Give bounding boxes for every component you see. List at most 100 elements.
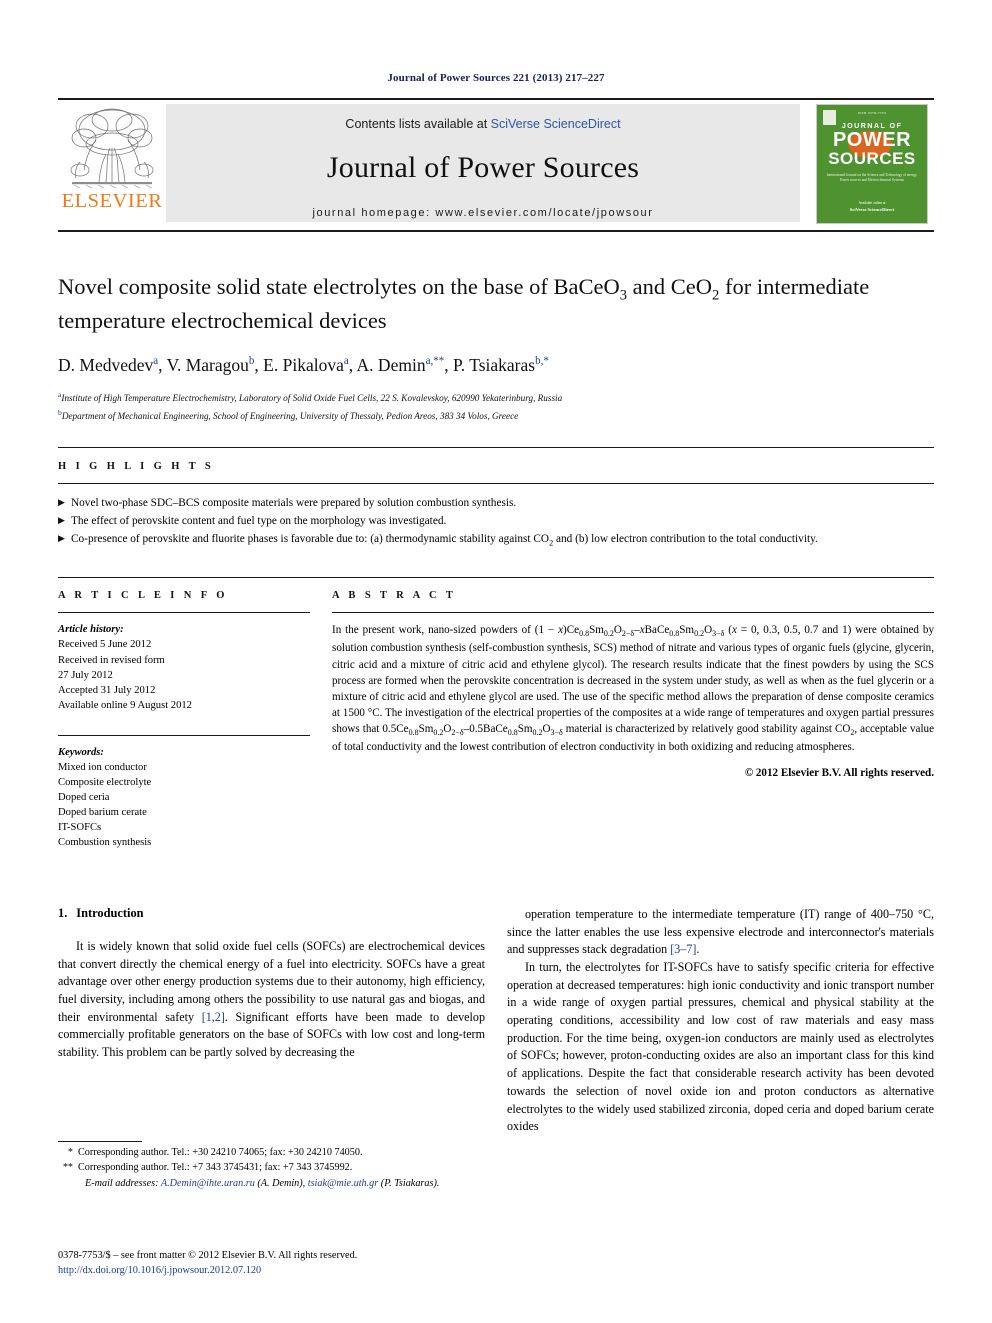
footnote-1-mark: * (67, 1147, 73, 1158)
text-run: = 0, 0.3, 0.5, 0.7 and 1) were obtained … (332, 624, 934, 736)
author-name: V. Maragou (166, 355, 249, 376)
journal-title: Journal of Power Sources (326, 151, 640, 184)
highlight-text: The effect of perovskite content and fue… (71, 515, 447, 528)
text-run: 2−δ (621, 629, 635, 639)
keyword-item: IT-SOFCs (58, 821, 102, 833)
author-name: E. Pikalova (263, 355, 344, 376)
body-columns: 1. Introduction It is widely known that s… (58, 906, 934, 1136)
article-history-item: 27 July 2012 (58, 669, 113, 681)
email-link-demin[interactable]: A.Demin@ihte.uran.ru (161, 1178, 255, 1189)
doi-link[interactable]: http://dx.doi.org/10.1016/j.jpowsour.201… (58, 1263, 498, 1278)
author-affiliation-marker: b,* (535, 355, 549, 368)
keywords-label: Keywords: (58, 746, 104, 758)
text-run: 0.8 (408, 728, 419, 738)
text-run: 3−δ (550, 728, 563, 738)
highlight-text: Co-presence of perovskite and fluorite p… (71, 533, 818, 548)
text-run: Sm (517, 723, 533, 736)
article-history-item: Received in revised form (58, 654, 165, 666)
text-run: 0.2 (532, 728, 543, 738)
journal-homepage-link[interactable]: journal homepage: www.elsevier.com/locat… (312, 207, 653, 219)
abstract-heading: A B S T R A C T (332, 590, 457, 602)
highlight-text: Novel two-phase SDC–BCS composite materi… (71, 497, 517, 510)
text-run: Sm (679, 624, 695, 637)
imprint-block: 0378-7753/$ – see front matter © 2012 El… (58, 1248, 498, 1279)
text-run: operation temperature to the intermediat… (507, 906, 934, 957)
affiliation-item: aInstitute of High Temperature Electroch… (58, 390, 563, 404)
title-divider (58, 230, 934, 232)
text-run: ( (724, 624, 732, 637)
citation-reference[interactable]: [1,2] (202, 1010, 225, 1024)
text-run: material is characterized by relatively … (562, 723, 851, 736)
keyword-item: Doped ceria (58, 791, 110, 803)
text-run: O (613, 624, 622, 637)
text-run: )Ce (563, 624, 580, 637)
text-run: –0.5BaCe (463, 723, 508, 736)
citation-reference[interactable]: [3–7] (670, 942, 696, 956)
email-owner-tsiakaras: (P. Tsiakaras). (380, 1177, 440, 1189)
cover-subtitle: International Journal on the Science and… (826, 173, 918, 183)
highlights-divider (58, 483, 934, 485)
text-run: O (704, 624, 713, 637)
highlight-item: ▶ The effect of perovskite content and fu… (58, 513, 934, 530)
body-column-left: 1. Introduction It is widely known that s… (58, 906, 485, 1136)
text-run: 0.8 (579, 629, 590, 639)
text-run: In turn, the electrolytes for IT-SOFCs h… (507, 959, 934, 1134)
journal-cover-thumbnail[interactable]: ISSN 0378-7753 JOURNAL OF POWER SOURCES … (810, 104, 934, 224)
sciencedirect-link[interactable]: SciVerse ScienceDirect (491, 117, 621, 131)
email-link-tsiakaras[interactable]: tsiak@mie.uth.gr (308, 1178, 379, 1189)
cover-issn: ISSN 0378-7753 (857, 111, 887, 115)
cover-footer-brand: SciVerse ScienceDirect (849, 207, 895, 213)
elsevier-wordmark: ELSEVIER (61, 190, 163, 212)
keywords-divider (58, 734, 310, 736)
keyword-item: Doped barium cerate (58, 806, 147, 818)
highlight-item: ▶ Co-presence of perovskite and fluorite … (58, 531, 934, 549)
article-info-heading: A R T I C L E I N F O (58, 590, 228, 602)
author-name: P. Tsiakaras (453, 355, 536, 376)
author-affiliation-marker: b (248, 355, 255, 368)
keyword-item: Mixed ion conductor (58, 761, 147, 773)
article-first-page: Journal of Power Sources 221 (2013) 217–… (0, 0, 992, 1323)
cover-footer-label: Available online at (858, 200, 886, 205)
footnote-emails: E-mail addresses: A.Demin@ihte.uran.ru (… (85, 1177, 440, 1189)
abstract-text: In the present work, nano-sized powders … (332, 622, 934, 755)
text-run: 3−δ (712, 629, 725, 639)
text-run: 0.2 (603, 629, 614, 639)
email-owner-demin: (A. Demin) (257, 1177, 303, 1189)
cover-sources-word: SOURCES (828, 149, 916, 168)
abstract-column: A B S T R A C T In the present work, nan… (332, 590, 934, 849)
highlights-heading: H I G H L I G H T S (58, 461, 215, 473)
elsevier-tree-icon (66, 104, 158, 192)
intro-paragraph-left: It is widely known that solid oxide fuel… (58, 938, 485, 1062)
text-run: O (542, 723, 551, 736)
keyword-item: Combustion synthesis (58, 836, 152, 848)
article-history-item: Received 5 June 2012 (58, 639, 152, 651)
author-affiliation-marker: a (343, 355, 349, 368)
author-affiliation-marker: a,** (425, 355, 445, 368)
section-heading-introduction: 1. Introduction (58, 906, 485, 921)
footnote-1-text: Corresponding author. Tel.: +30 24210 74… (78, 1147, 363, 1158)
highlight-item: ▶ Novel two-phase SDC–BCS composite mater… (58, 495, 934, 512)
intro-paragraph-right-1: operation temperature to the intermediat… (507, 906, 934, 959)
section-number: 1. (58, 905, 68, 920)
elsevier-logo: ELSEVIER (58, 100, 166, 226)
contents-list-line: Contents lists available at SciVerse Sci… (345, 117, 620, 131)
affiliation-marker: a (58, 390, 62, 400)
keywords-block: Keywords: Mixed ion conductor Composite e… (58, 734, 310, 850)
title-segment-2: and CeO (627, 274, 713, 299)
abstract-divider (332, 612, 934, 614)
intro-paragraph-right-2: In turn, the electrolytes for IT-SOFCs h… (507, 959, 934, 1136)
text-run: 0.2 (694, 629, 705, 639)
masthead-center: Contents lists available at SciVerse Sci… (166, 104, 800, 222)
author-list: D. Medvedeva, V. Maragoub, E. Pikalovaa,… (58, 355, 549, 376)
article-history-block: Article history: Received 5 June 2012 Rec… (58, 622, 310, 712)
footnote-2-mark: ** (62, 1161, 73, 1173)
article-history-item: Accepted 31 July 2012 (58, 684, 156, 696)
text-run: In the present work, nano-sized powders … (332, 624, 559, 637)
text-run: BaCe (644, 624, 670, 637)
text-run: 0.2 (433, 728, 444, 738)
section-title: Introduction (76, 905, 144, 920)
highlights-section: H I G H L I G H T S ▶ Novel two-phase SDC… (58, 447, 934, 549)
footnote-1: * Corresponding author. Tel.: +30 24210 … (58, 1146, 492, 1161)
body-column-right: operation temperature to the intermediat… (507, 906, 934, 1136)
text-run: Sm (418, 723, 434, 736)
